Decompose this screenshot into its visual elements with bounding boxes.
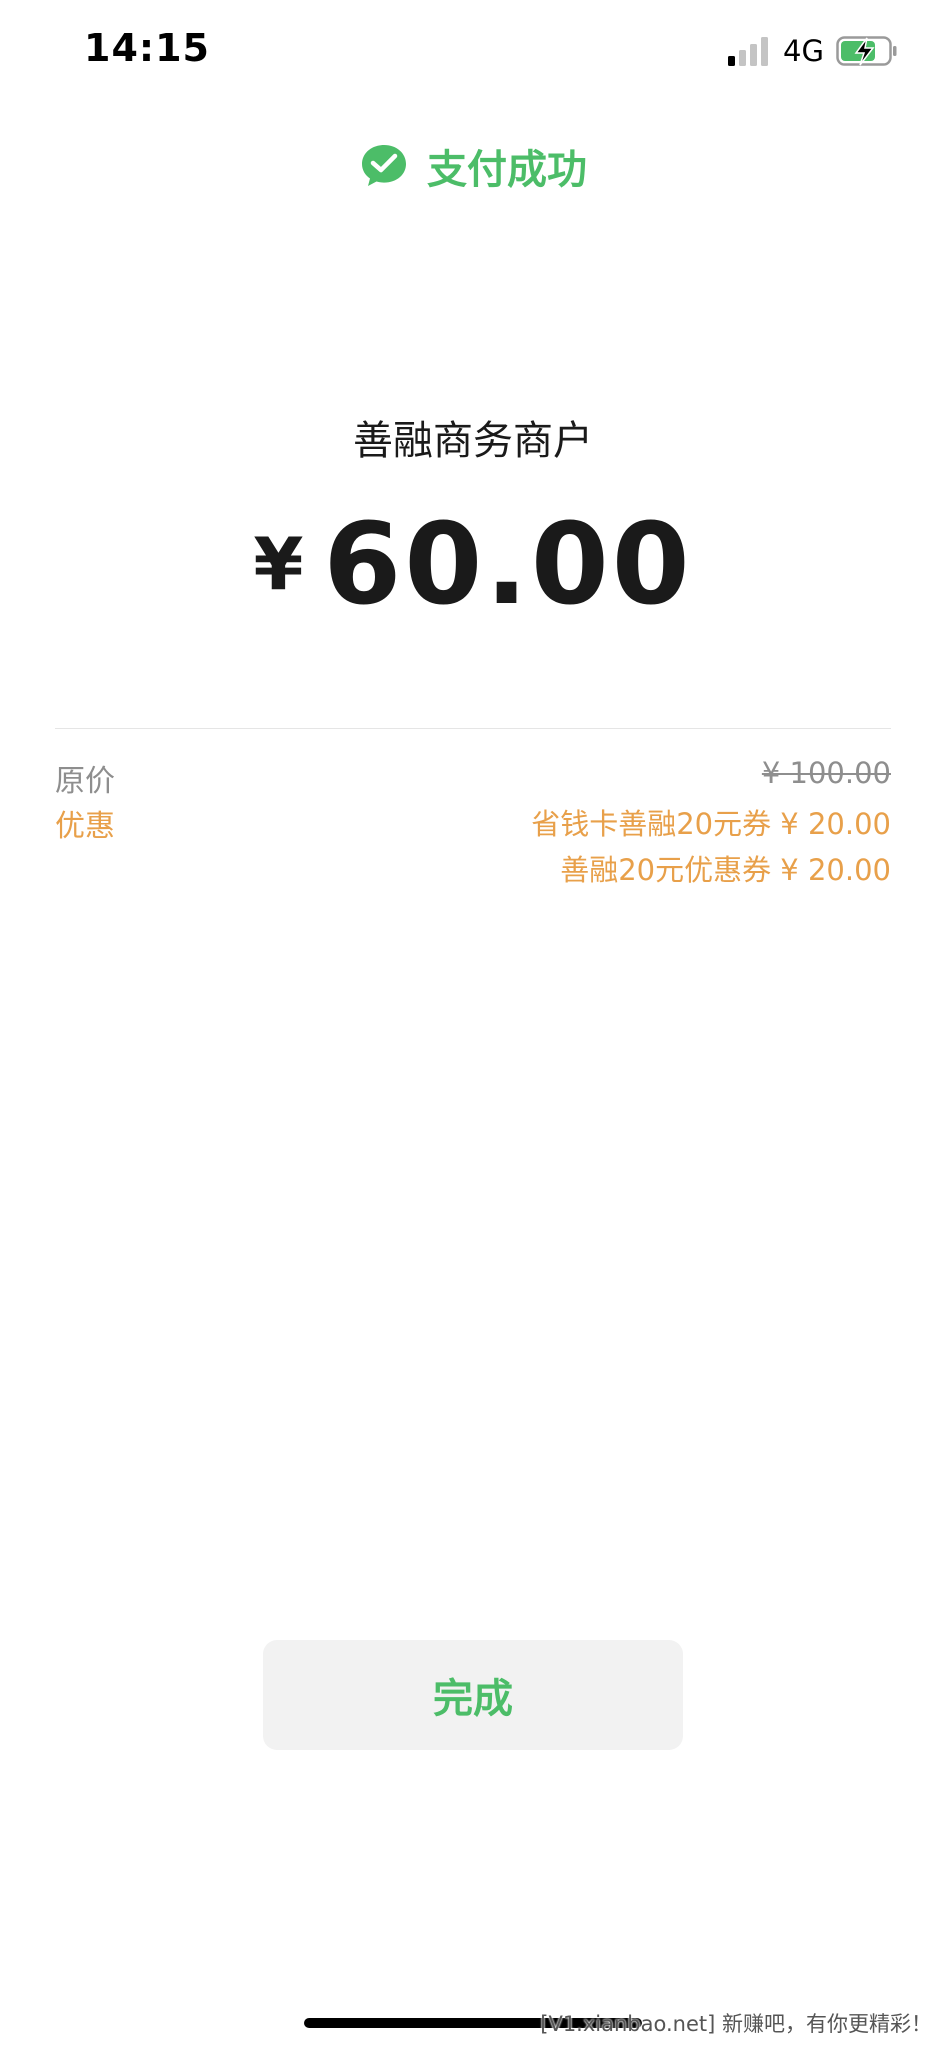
merchant-name: 善融商务商户 bbox=[353, 418, 593, 464]
done-button[interactable]: 完成 bbox=[263, 1640, 683, 1750]
discount-row: 优惠 省钱卡善融20元券 ¥ 20.00 bbox=[55, 801, 891, 844]
original-price-row: 原价 ¥ 100.00 bbox=[55, 756, 891, 799]
status-bar: 14:15 4G bbox=[0, 0, 946, 104]
signal-icon bbox=[728, 37, 768, 66]
payment-status-title: 支付成功 bbox=[427, 147, 587, 193]
discount-item: 善融20元优惠券 ¥ 20.00 bbox=[560, 853, 891, 887]
payment-status-header: 支付成功 bbox=[0, 138, 946, 194]
status-time: 14:15 bbox=[84, 26, 210, 70]
payment-amount: ¥ 60.00 bbox=[0, 500, 946, 630]
original-price-label: 原价 bbox=[55, 764, 115, 799]
divider bbox=[55, 728, 891, 729]
amount-value: 60.00 bbox=[323, 500, 693, 630]
original-price-value: ¥ 100.00 bbox=[761, 756, 891, 790]
currency-symbol: ¥ bbox=[253, 522, 304, 606]
wechat-pay-icon bbox=[362, 145, 406, 186]
discount-row: 善融20元优惠券 ¥ 20.00 bbox=[55, 847, 891, 887]
watermark: [V1.xianbao.net] 新赚吧，有你更精彩！ bbox=[540, 2012, 932, 2036]
discount-item: 省钱卡善融20元券 ¥ 20.00 bbox=[531, 807, 891, 841]
battery-charging-icon bbox=[836, 36, 897, 66]
network-label: 4G bbox=[783, 34, 824, 68]
discount-label: 优惠 bbox=[55, 809, 115, 844]
